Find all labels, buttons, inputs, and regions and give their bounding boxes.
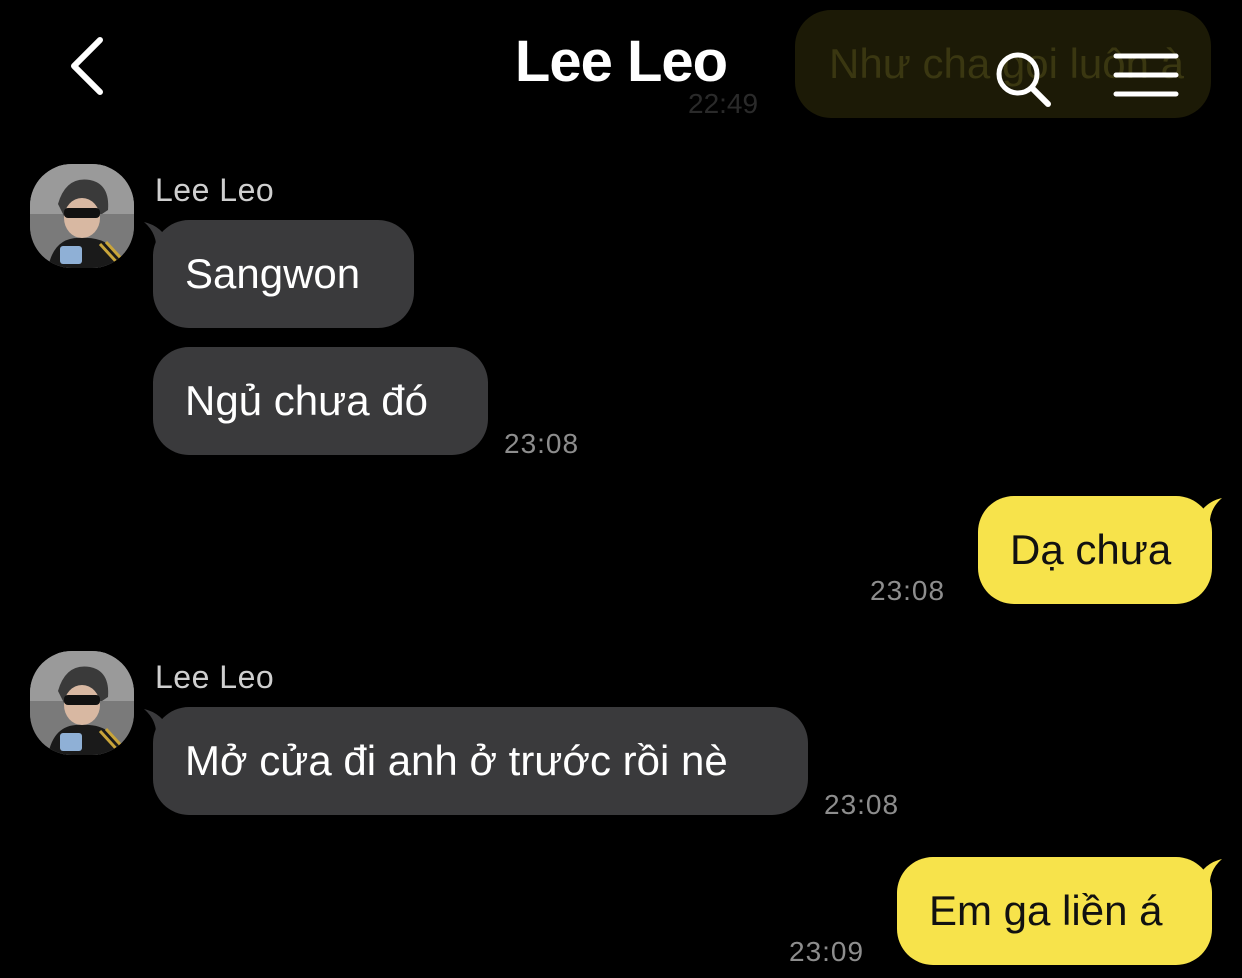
message-text: Sangwon (185, 250, 361, 297)
search-button[interactable] (992, 48, 1056, 112)
message-text: Ngủ chưa đó (185, 377, 428, 424)
message-bubble-outgoing[interactable]: Dạ chưa (978, 496, 1212, 604)
bubble-tail-outgoing (1192, 859, 1222, 889)
profile-photo (30, 164, 134, 268)
search-icon (996, 52, 1051, 107)
bubble-tail-outgoing (1192, 498, 1222, 528)
message-bubble-incoming[interactable]: Mở cửa đi anh ở trước rồi nè (153, 707, 808, 815)
menu-button[interactable] (1112, 50, 1182, 100)
avatar[interactable] (30, 651, 134, 755)
message-time: 23:09 (789, 936, 865, 967)
message-time: 23:08 (824, 789, 900, 820)
message-text: Dạ chưa (1010, 526, 1172, 573)
message-time: 23:08 (870, 575, 946, 606)
message-text: Mở cửa đi anh ở trước rồi nè (185, 737, 728, 784)
hamburger-menu-icon (1113, 53, 1179, 97)
message-text: Em ga liền á (929, 887, 1163, 934)
sender-name: Lee Leo (155, 172, 275, 208)
message-bubble-incoming[interactable]: Sangwon (153, 220, 414, 328)
profile-photo (30, 651, 134, 755)
message-bubble-outgoing[interactable]: Em ga liền á (897, 857, 1212, 965)
avatar[interactable] (30, 164, 134, 268)
sender-name: Lee Leo (155, 659, 275, 695)
message-bubble-incoming[interactable]: Ngủ chưa đó (153, 347, 488, 455)
message-time: 23:08 (504, 428, 580, 459)
